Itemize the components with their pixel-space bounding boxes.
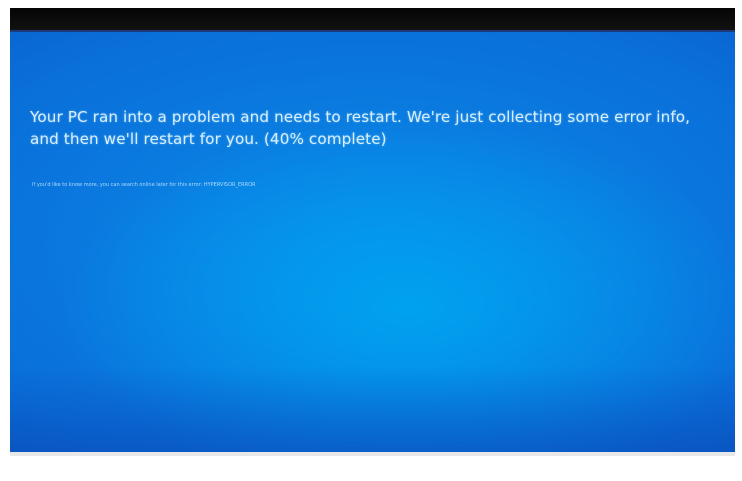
error-message: Your PC ran into a problem and needs to … bbox=[30, 108, 691, 148]
frame-bottom-edge bbox=[10, 452, 735, 456]
blue-screen: Your PC ran into a problem and needs to … bbox=[10, 30, 735, 456]
photo-frame: Your PC ran into a problem and needs to … bbox=[0, 0, 742, 481]
error-detail: If you'd like to know more, you can sear… bbox=[32, 182, 256, 188]
